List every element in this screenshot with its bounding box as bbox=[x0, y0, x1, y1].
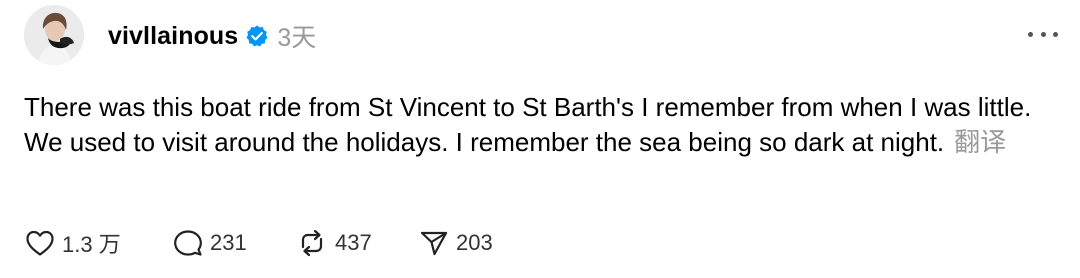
post-time: 3天 bbox=[277, 24, 317, 52]
share-button[interactable]: 203 bbox=[418, 227, 493, 259]
reply-count: 231 bbox=[210, 230, 247, 255]
translate-link[interactable]: 翻译 bbox=[954, 127, 1006, 157]
like-button[interactable]: 1.3 万 bbox=[24, 227, 172, 259]
share-count: 203 bbox=[456, 230, 493, 255]
heart-icon bbox=[24, 227, 56, 259]
like-count: 1.3 万 bbox=[62, 232, 121, 257]
repost-arrows-icon bbox=[295, 227, 329, 259]
comment-bubble-icon bbox=[172, 227, 204, 259]
post-header: vivllainous 3天 bbox=[108, 16, 316, 56]
repost-count: 437 bbox=[335, 230, 372, 255]
repost-button[interactable]: 437 bbox=[295, 227, 418, 259]
more-dots-icon bbox=[1028, 31, 1033, 37]
action-bar: 1.3 万 231 437 203 bbox=[24, 226, 493, 260]
username[interactable]: vivllainous bbox=[108, 22, 238, 51]
post-body: There was this boat ride from St Vincent… bbox=[24, 92, 1032, 157]
thread-post: vivllainous 3天 There was this boat ride … bbox=[0, 0, 1080, 278]
reply-button[interactable]: 231 bbox=[172, 227, 295, 259]
more-options-button[interactable] bbox=[1028, 24, 1058, 44]
post-text: There was this boat ride from St Vincent… bbox=[24, 90, 1069, 160]
avatar[interactable] bbox=[24, 5, 84, 65]
send-paper-plane-icon bbox=[418, 227, 450, 259]
verified-badge-icon bbox=[245, 24, 269, 48]
